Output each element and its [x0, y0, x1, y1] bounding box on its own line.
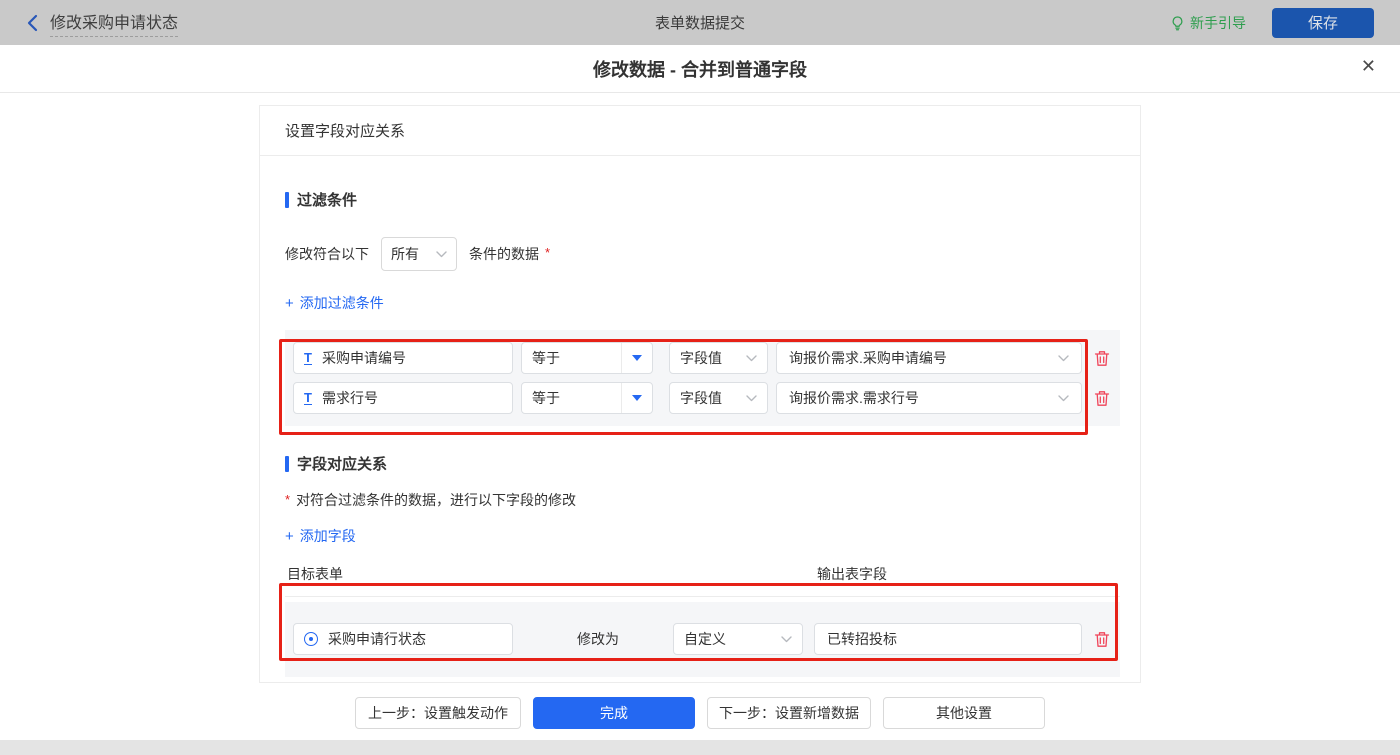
chevron-down-icon — [746, 394, 757, 401]
filter-field-select[interactable]: T 需求行号 — [293, 382, 513, 414]
mapping-section-title-text: 字段对应关系 — [297, 456, 388, 473]
match-prefix-label: 修改符合以下 — [285, 246, 369, 262]
text-field-icon: T — [304, 389, 312, 406]
filter-rows-panel: T 采购申请编号 等于 字段值 询报价需求.采购申请编号 T 需求行号 等于 字… — [285, 330, 1120, 426]
close-icon[interactable]: ✕ — [1361, 57, 1376, 75]
filter-operator-select[interactable]: 等于 — [521, 342, 653, 374]
filter-value-select[interactable]: 询报价需求.需求行号 — [776, 382, 1082, 414]
delete-row-icon[interactable] — [1094, 350, 1110, 367]
value-type-value: 字段值 — [680, 350, 722, 366]
value-mode-select[interactable]: 自定义 — [673, 623, 803, 655]
other-settings-button[interactable]: 其他设置 — [883, 697, 1045, 729]
plus-icon: + — [285, 294, 294, 312]
mapping-row: 采购申请行状态 修改为 自定义 已转招投标 — [293, 623, 1120, 655]
section-accent-bar — [285, 191, 289, 208]
text-field-icon: T — [304, 349, 312, 366]
filter-section-title: 过滤条件 — [285, 189, 1118, 210]
target-field-value: 采购申请行状态 — [328, 631, 426, 647]
top-bar: 修改采购申请状态 表单数据提交 新手引导 保存 — [0, 0, 1400, 45]
mapping-description: * 对符合过滤条件的数据，进行以下字段的修改 — [285, 490, 1118, 510]
value-type-select[interactable]: 字段值 — [669, 382, 768, 414]
operator-value: 等于 — [532, 350, 560, 366]
field-mapping-card: 设置字段对应关系 过滤条件 修改符合以下 所有 条件的数据 * + 添加过滤条件… — [259, 105, 1141, 683]
operator-value: 等于 — [532, 390, 560, 406]
mapping-description-text: 对符合过滤条件的数据，进行以下字段的修改 — [296, 492, 577, 508]
add-field-label: 添加字段 — [299, 528, 356, 544]
chevron-down-icon — [1058, 354, 1069, 361]
target-form-column-header: 目标表单 — [287, 566, 343, 582]
match-suffix-label: 条件的数据 — [469, 246, 539, 262]
chevron-down-icon — [1058, 394, 1069, 401]
next-step-button[interactable]: 下一步：设置新增数据 — [707, 697, 871, 729]
guide-label: 新手引导 — [1190, 14, 1246, 31]
output-field-column-header: 输出表字段 — [817, 566, 887, 582]
filter-field-value: 采购申请编号 — [321, 350, 406, 366]
match-mode-value: 所有 — [391, 246, 419, 262]
filter-value-select[interactable]: 询报价需求.采购申请编号 — [776, 342, 1082, 374]
chevron-down-icon — [436, 250, 447, 257]
mapping-section-title: 字段对应关系 — [285, 453, 1118, 474]
radio-field-icon — [304, 632, 318, 646]
lightbulb-icon — [1172, 15, 1183, 30]
filter-operator-select[interactable]: 等于 — [521, 382, 653, 414]
mapping-rows-panel: 采购申请行状态 修改为 自定义 已转招投标 — [285, 602, 1120, 677]
mapping-table-header: 目标表单 输出表字段 — [285, 564, 1120, 597]
modal-footer: 上一步：设置触发动作 完成 下一步：设置新增数据 其他设置 — [0, 683, 1400, 729]
required-asterisk: * — [545, 244, 551, 260]
filter-section-title-text: 过滤条件 — [297, 192, 358, 209]
beginner-guide-button[interactable]: 新手引导 — [1170, 13, 1246, 33]
page-background-strip — [0, 740, 1400, 755]
back-chevron-icon — [26, 14, 38, 32]
workflow-node-title[interactable]: 修改采购申请状态 — [50, 9, 179, 37]
match-mode-select[interactable]: 所有 — [381, 237, 457, 271]
modal-title: 修改数据 - 合并到普通字段 — [593, 59, 807, 80]
delete-row-icon[interactable] — [1094, 631, 1110, 648]
triangle-down-icon — [632, 395, 642, 401]
done-button[interactable]: 完成 — [533, 697, 695, 729]
triangle-down-icon — [632, 355, 642, 361]
filter-value: 询报价需求.需求行号 — [789, 390, 919, 406]
value-mode-value: 自定义 — [684, 631, 726, 647]
target-field-select[interactable]: 采购申请行状态 — [293, 623, 513, 655]
filter-row: T 采购申请编号 等于 字段值 询报价需求.采购申请编号 — [293, 342, 1120, 374]
save-button[interactable]: 保存 — [1272, 7, 1374, 38]
card-title: 设置字段对应关系 — [260, 106, 1140, 156]
add-filter-label: 添加过滤条件 — [299, 295, 384, 311]
operator-caret[interactable] — [621, 343, 652, 373]
value-type-value: 字段值 — [680, 390, 722, 406]
filter-row: T 需求行号 等于 字段值 询报价需求.需求行号 — [293, 382, 1120, 414]
required-asterisk: * — [285, 491, 291, 507]
chevron-down-icon — [781, 635, 792, 642]
custom-value-input[interactable]: 已转招投标 — [814, 623, 1082, 655]
filter-value: 询报价需求.采购申请编号 — [789, 350, 947, 366]
operator-caret[interactable] — [621, 383, 652, 413]
section-accent-bar — [285, 455, 289, 472]
modal-header: 修改数据 - 合并到普通字段 ✕ — [0, 45, 1400, 93]
delete-row-icon[interactable] — [1094, 390, 1110, 407]
plus-icon: + — [285, 527, 294, 545]
add-field-link[interactable]: + 添加字段 — [285, 526, 356, 546]
back-button[interactable]: 修改采购申请状态 — [26, 9, 179, 37]
modify-to-label: 修改为 — [577, 631, 619, 647]
add-filter-condition-link[interactable]: + 添加过滤条件 — [285, 293, 384, 313]
value-type-select[interactable]: 字段值 — [669, 342, 768, 374]
prev-step-button[interactable]: 上一步：设置触发动作 — [355, 697, 521, 729]
filter-field-select[interactable]: T 采购申请编号 — [293, 342, 513, 374]
modify-data-modal: 修改数据 - 合并到普通字段 ✕ 设置字段对应关系 过滤条件 修改符合以下 所有… — [0, 45, 1400, 740]
chevron-down-icon — [746, 354, 757, 361]
filter-field-value: 需求行号 — [321, 390, 378, 406]
custom-value-text: 已转招投标 — [827, 631, 897, 647]
filter-match-row: 修改符合以下 所有 条件的数据 * — [285, 237, 1118, 271]
